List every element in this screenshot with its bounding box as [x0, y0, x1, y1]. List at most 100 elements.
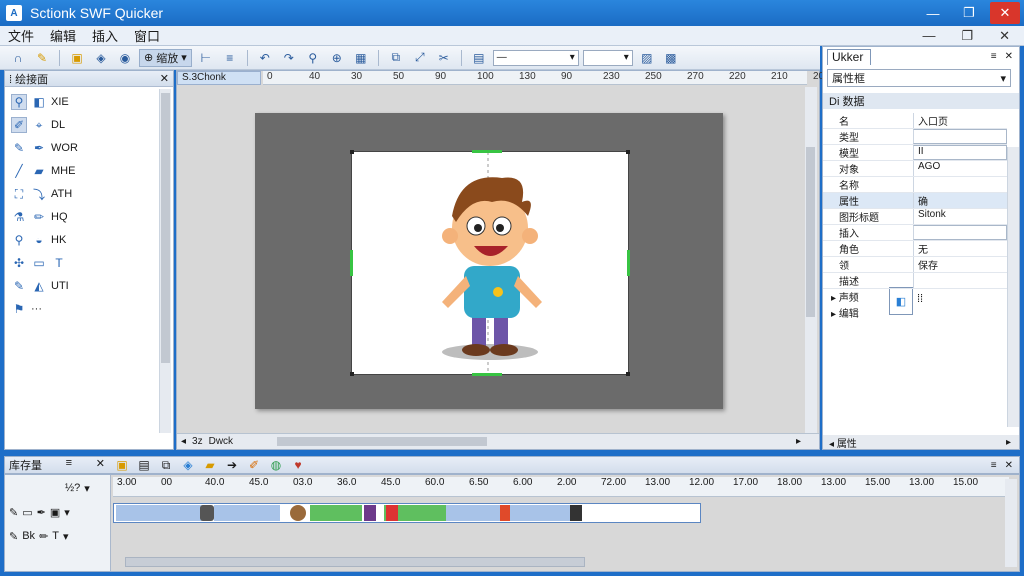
corner-handle[interactable] — [350, 150, 354, 154]
pencil-icon[interactable]: ✎ — [32, 49, 52, 67]
brush-tool-icon[interactable]: ✎ — [11, 140, 27, 156]
crop-tool-icon[interactable]: ⛶ — [11, 186, 27, 202]
paint-icon[interactable]: ✏ — [39, 530, 48, 543]
stage-horizontal-scrollbar[interactable] — [277, 437, 487, 446]
property-value[interactable] — [913, 177, 1007, 192]
edit-tool-icon[interactable]: ✐ — [11, 117, 27, 133]
timeline-vertical-scrollbar[interactable] — [1005, 479, 1017, 567]
property-value[interactable]: II — [913, 145, 1007, 160]
page-icon[interactable]: ▤ — [469, 49, 489, 67]
heart-icon[interactable]: ♥ — [287, 457, 309, 473]
frame-icon[interactable]: ▤ — [133, 457, 155, 473]
property-row[interactable]: 名 入口页 — [823, 113, 1007, 129]
object-thumbnail-icon[interactable]: ◧ — [889, 287, 913, 315]
resize-handle-right[interactable] — [627, 250, 630, 276]
timeline-track[interactable] — [113, 503, 701, 523]
properties-section-header[interactable]: Di 数据 — [823, 93, 1019, 109]
properties-tab[interactable]: Ukker — [827, 49, 871, 65]
tool-row[interactable]: ⚑ ··· — [11, 300, 42, 318]
property-row[interactable]: 类型 — [823, 129, 1007, 145]
image-icon[interactable]: ▦ — [351, 49, 371, 67]
brush-icon[interactable]: ✒ — [37, 506, 46, 519]
resize-handle-bottom[interactable] — [472, 373, 502, 376]
tree-item[interactable]: ▸ 声频 — [831, 289, 859, 304]
minimize-button[interactable]: — — [918, 2, 948, 24]
line-tool-icon[interactable]: ╱ — [11, 163, 27, 179]
lasso-icon[interactable]: ∩ — [8, 49, 28, 67]
arrow-right-icon[interactable]: ➔ — [221, 457, 243, 473]
resize-handle-left[interactable] — [350, 250, 353, 276]
export-icon[interactable]: ▨ — [637, 49, 657, 67]
select-tool-icon[interactable]: ⚲ — [11, 94, 27, 110]
clip-thumbnail-icon[interactable] — [290, 505, 306, 521]
property-value[interactable]: 无 — [913, 241, 1007, 256]
size-select[interactable]: ▾ — [582, 49, 633, 66]
tool-row[interactable]: ⚗ ✏ HQ — [11, 208, 68, 226]
motion-icon[interactable]: ✐ — [243, 457, 265, 473]
clip-thumbnail-icon[interactable] — [570, 505, 582, 521]
scroll-right-icon[interactable]: ▸ — [1006, 437, 1011, 448]
tool-row[interactable]: ╱ ▰ MHE — [11, 162, 75, 180]
copy-icon[interactable]: ⧉ — [386, 49, 406, 67]
close-icon[interactable]: ✕ — [96, 457, 105, 473]
list-icon[interactable]: ≡ — [66, 457, 72, 473]
scroll-left-icon[interactable]: ◂ — [181, 436, 186, 447]
text-tool-icon[interactable]: T — [51, 255, 67, 271]
tool-row[interactable]: ⚲ ◒ HK — [11, 231, 67, 249]
document-tab[interactable]: S.3Chonk — [177, 71, 261, 85]
maximize-button[interactable]: ❐ — [954, 2, 984, 24]
property-row[interactable]: 描述 — [823, 273, 1007, 289]
cartoon-boy-image[interactable] — [352, 152, 630, 376]
search-icon[interactable]: ⚲ — [303, 49, 323, 67]
clip-thumbnail-icon[interactable] — [200, 505, 214, 521]
list-icon[interactable]: ≡ — [220, 49, 240, 67]
close-icon[interactable]: ✕ — [1005, 460, 1013, 471]
paste-frame-icon[interactable]: ◈ — [177, 457, 199, 473]
property-row[interactable]: 插入 — [823, 225, 1007, 241]
property-value[interactable]: AGO — [913, 161, 1007, 176]
image-icon[interactable]: ▣ — [50, 506, 60, 519]
property-value[interactable]: Sitonk — [913, 209, 1007, 224]
tag-icon[interactable]: ✂ — [434, 49, 454, 67]
eraser-icon[interactable]: ✎ — [9, 530, 18, 543]
property-value[interactable] — [913, 225, 1007, 240]
stage-canvas[interactable] — [350, 150, 630, 376]
property-row[interactable]: 模型 II — [823, 145, 1007, 161]
layers-icon[interactable]: ◈ — [91, 49, 111, 67]
globe-icon[interactable]: ◍ — [265, 457, 287, 473]
tool-row[interactable]: ✎ ◭ UTI — [11, 277, 69, 295]
menu-insert[interactable]: 插入 — [84, 26, 126, 45]
mode-select[interactable]: — ▾ — [492, 49, 579, 66]
property-row[interactable]: 角色 无 — [823, 241, 1007, 257]
menu-edit[interactable]: 编辑 — [42, 26, 84, 45]
preview-icon[interactable]: ▩ — [661, 49, 681, 67]
stage-bottom-tab[interactable]: Dwck — [209, 436, 233, 447]
menu-icon[interactable]: ≡ — [991, 51, 997, 62]
close-button[interactable]: ✕ — [990, 2, 1020, 24]
node-tool-icon[interactable]: ⌖ — [31, 117, 47, 133]
properties-scrollbar[interactable] — [1007, 147, 1019, 427]
timeline-clip[interactable] — [116, 505, 206, 521]
close-icon[interactable]: ✕ — [1005, 51, 1013, 62]
grid-icon[interactable]: ⁞⁞ — [917, 293, 923, 305]
scroll-thumb[interactable] — [161, 93, 170, 363]
property-row[interactable]: 对象 AGO — [823, 161, 1007, 177]
chevron-down-icon[interactable]: ▾ — [84, 482, 90, 495]
property-row[interactable]: 图形标题 Sitonk — [823, 209, 1007, 225]
timeline-clip[interactable] — [214, 505, 280, 521]
menu-window[interactable]: 窗口 — [126, 26, 168, 45]
tool-row[interactable]: ⚲ ◧ XIE — [11, 93, 69, 111]
property-value[interactable]: 入口页 — [913, 113, 1007, 128]
resize-handle-top[interactable] — [472, 150, 502, 153]
property-value[interactable]: 保存 — [913, 257, 1007, 272]
tools-scrollbar[interactable] — [159, 89, 171, 433]
timeline-horizontal-scrollbar[interactable] — [125, 557, 585, 567]
zoom-tool-icon[interactable]: ⚲ — [11, 232, 27, 248]
pencil-icon[interactable]: ✎ — [9, 506, 18, 519]
copy-frame-icon[interactable]: ⧉ — [155, 457, 177, 473]
dropper-tool-icon[interactable]: ⚗ — [11, 209, 27, 225]
scroll-right-icon[interactable]: ▸ — [796, 436, 801, 447]
timeline-clip[interactable] — [310, 505, 362, 521]
menu-icon[interactable]: ≡ — [991, 460, 997, 471]
keyframe-icon[interactable]: ▣ — [111, 457, 133, 473]
